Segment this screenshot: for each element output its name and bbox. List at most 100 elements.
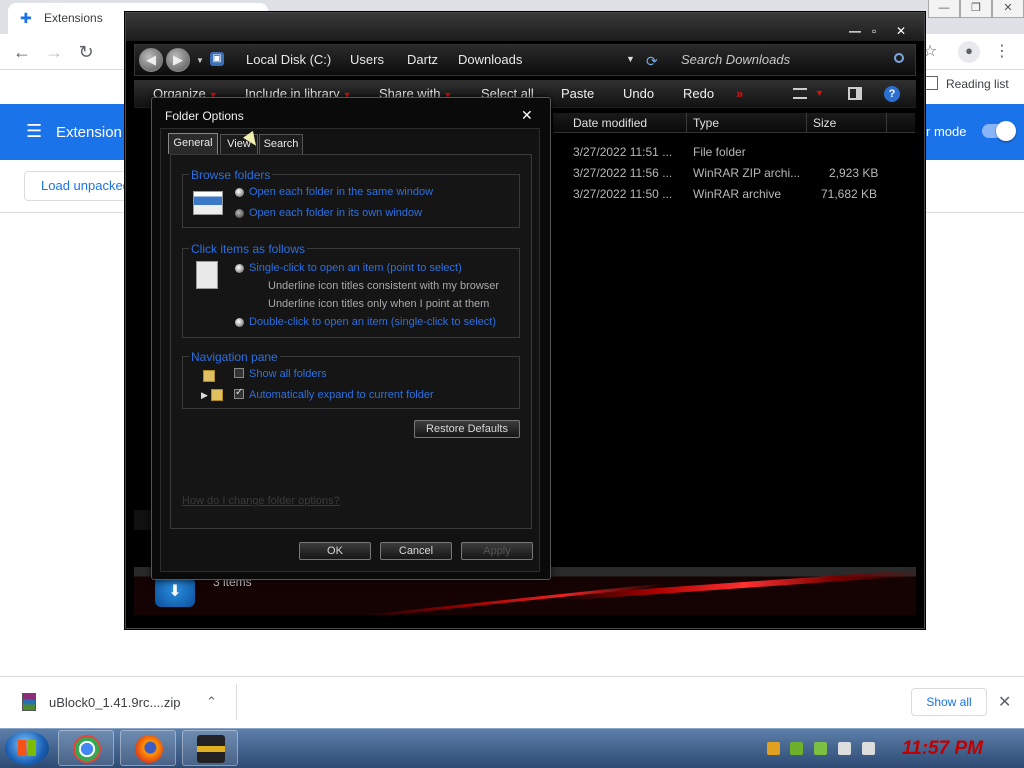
redo-button[interactable]: Redo xyxy=(683,86,714,101)
underline-point-label[interactable]: Underline icon titles only when I point … xyxy=(268,298,489,310)
folder-icon xyxy=(211,389,223,401)
radio-own-window[interactable] xyxy=(235,209,244,218)
breadcrumb-downloads[interactable]: Downloads xyxy=(458,52,522,67)
start-button[interactable] xyxy=(5,731,49,765)
row-type[interactable]: WinRAR ZIP archi... xyxy=(693,166,800,180)
wallpaper-streak xyxy=(564,569,916,601)
breadcrumb-local-disk[interactable]: Local Disk (C:) xyxy=(246,52,331,67)
tray-icon[interactable] xyxy=(767,742,780,755)
computer-icon: ▣ xyxy=(210,52,224,66)
search-input[interactable]: Search Downloads xyxy=(670,50,910,72)
minimize-icon[interactable]: — xyxy=(928,0,960,18)
shield-icon[interactable] xyxy=(814,742,827,755)
cancel-button[interactable]: Cancel xyxy=(380,542,452,560)
same-window-label[interactable]: Open each folder in the same window xyxy=(249,186,433,198)
network-icon[interactable] xyxy=(838,742,851,755)
column-divider[interactable] xyxy=(886,113,887,133)
undo-button[interactable]: Undo xyxy=(623,86,654,101)
explorer-close-icon[interactable]: ✕ xyxy=(896,24,906,38)
reading-list-button[interactable]: Reading list xyxy=(924,76,1009,91)
shelf-close-icon[interactable]: ✕ xyxy=(998,692,1011,712)
firefox-icon xyxy=(135,735,163,763)
tab-search[interactable]: Search xyxy=(259,134,303,154)
row-date[interactable]: 3/27/2022 11:56 ... xyxy=(573,166,672,180)
row-date[interactable]: 3/27/2022 11:50 ... xyxy=(573,187,672,201)
show-all-button[interactable]: Show all xyxy=(911,688,987,716)
radio-single-click[interactable] xyxy=(235,264,244,273)
address-dropdown-icon[interactable]: ▼ xyxy=(626,54,635,64)
search-icon[interactable] xyxy=(894,53,904,63)
own-window-label[interactable]: Open each folder in its own window xyxy=(249,207,422,219)
help-icon[interactable]: ? xyxy=(884,86,900,102)
change-view-icon[interactable] xyxy=(793,88,807,99)
utorrent-icon[interactable] xyxy=(790,742,803,755)
single-click-label[interactable]: Single-click to open an item (point to s… xyxy=(249,262,462,274)
explorer-titlebar[interactable] xyxy=(126,13,924,41)
chevron-up-icon[interactable]: ⌃ xyxy=(206,694,217,710)
developer-mode-toggle[interactable] xyxy=(982,121,1016,141)
search-placeholder: Search Downloads xyxy=(681,52,791,67)
row-size[interactable]: 71,682 KB xyxy=(821,187,877,201)
double-click-label[interactable]: Double-click to open an item (single-cli… xyxy=(249,316,496,328)
auto-expand-label[interactable]: Automatically expand to current folder xyxy=(249,389,434,401)
volume-muted-icon[interactable] xyxy=(862,742,875,755)
row-type[interactable]: WinRAR archive xyxy=(693,187,781,201)
forward-icon[interactable]: → xyxy=(44,42,64,62)
column-divider[interactable] xyxy=(806,113,807,133)
taskbar-explorer[interactable] xyxy=(182,730,238,766)
row-date[interactable]: 3/27/2022 11:51 ... xyxy=(573,145,672,159)
checkbox-show-all-folders[interactable] xyxy=(234,368,244,378)
divider xyxy=(236,684,237,720)
tab-general[interactable]: General xyxy=(168,133,218,154)
preview-pane-icon[interactable] xyxy=(848,87,862,100)
explorer-icon xyxy=(197,735,225,763)
help-link[interactable]: How do I change folder options? xyxy=(182,495,340,507)
restore-defaults-button[interactable]: Restore Defaults xyxy=(414,420,520,438)
profile-avatar-icon[interactable]: ● xyxy=(958,41,980,63)
reload-icon[interactable]: ↻ xyxy=(76,42,96,62)
column-size[interactable]: Size xyxy=(813,116,836,130)
explorer-minimize-icon[interactable]: — xyxy=(849,24,861,38)
view-options-arrow-icon[interactable]: ▼ xyxy=(815,88,824,98)
taskbar-firefox[interactable] xyxy=(120,730,176,766)
windows-logo-icon xyxy=(18,740,36,756)
explorer-back-icon[interactable]: ◀ xyxy=(139,48,163,72)
column-date-modified[interactable]: Date modified xyxy=(573,116,647,130)
breadcrumb-users[interactable]: Users xyxy=(350,52,384,67)
dialog-title: Folder Options xyxy=(165,109,244,123)
apply-button[interactable]: Apply xyxy=(461,542,533,560)
radio-double-click[interactable] xyxy=(235,318,244,327)
menu-kebab-icon[interactable]: ⋮ xyxy=(992,42,1012,62)
download-item[interactable]: uBlock0_1.41.9rc....zip xyxy=(49,695,181,710)
refresh-icon[interactable]: ⟳ xyxy=(646,53,658,70)
ok-button[interactable]: OK xyxy=(299,542,371,560)
expand-arrow-icon: ▶ xyxy=(201,390,208,400)
row-size[interactable]: 2,923 KB xyxy=(829,166,878,180)
more-commands-button[interactable]: » xyxy=(736,86,743,101)
restore-icon[interactable]: ❐ xyxy=(960,0,992,18)
hamburger-menu-icon[interactable]: ☰ xyxy=(26,122,42,140)
radio-same-window[interactable] xyxy=(235,188,244,197)
row-type[interactable]: File folder xyxy=(693,145,746,159)
window-preview-icon xyxy=(193,191,223,215)
column-divider[interactable] xyxy=(686,113,687,133)
show-all-folders-label[interactable]: Show all folders xyxy=(249,368,327,380)
document-cursor-icon xyxy=(196,261,218,289)
explorer-maximize-icon[interactable]: ▫ xyxy=(872,24,876,38)
paste-button[interactable]: Paste xyxy=(561,86,594,101)
back-icon[interactable]: ← xyxy=(12,42,32,62)
wallpaper-streak xyxy=(364,583,664,615)
recent-pages-arrow-icon[interactable]: ▼ xyxy=(196,56,204,65)
dialog-close-icon[interactable]: ✕ xyxy=(521,107,533,124)
close-icon[interactable]: ✕ xyxy=(992,0,1024,18)
column-type[interactable]: Type xyxy=(693,116,719,130)
explorer-forward-icon[interactable]: ▶ xyxy=(166,48,190,72)
underline-consistent-label[interactable]: Underline icon titles consistent with my… xyxy=(268,280,499,292)
checkbox-auto-expand[interactable] xyxy=(234,387,244,399)
load-unpacked-button[interactable]: Load unpacked xyxy=(24,171,136,201)
taskbar-chrome[interactable] xyxy=(58,730,114,766)
puzzle-icon: ✚ xyxy=(20,10,32,26)
folder-icon xyxy=(203,370,215,382)
breadcrumb-dartz[interactable]: Dartz xyxy=(407,52,438,67)
clock[interactable]: 11:57 PM xyxy=(902,738,983,760)
